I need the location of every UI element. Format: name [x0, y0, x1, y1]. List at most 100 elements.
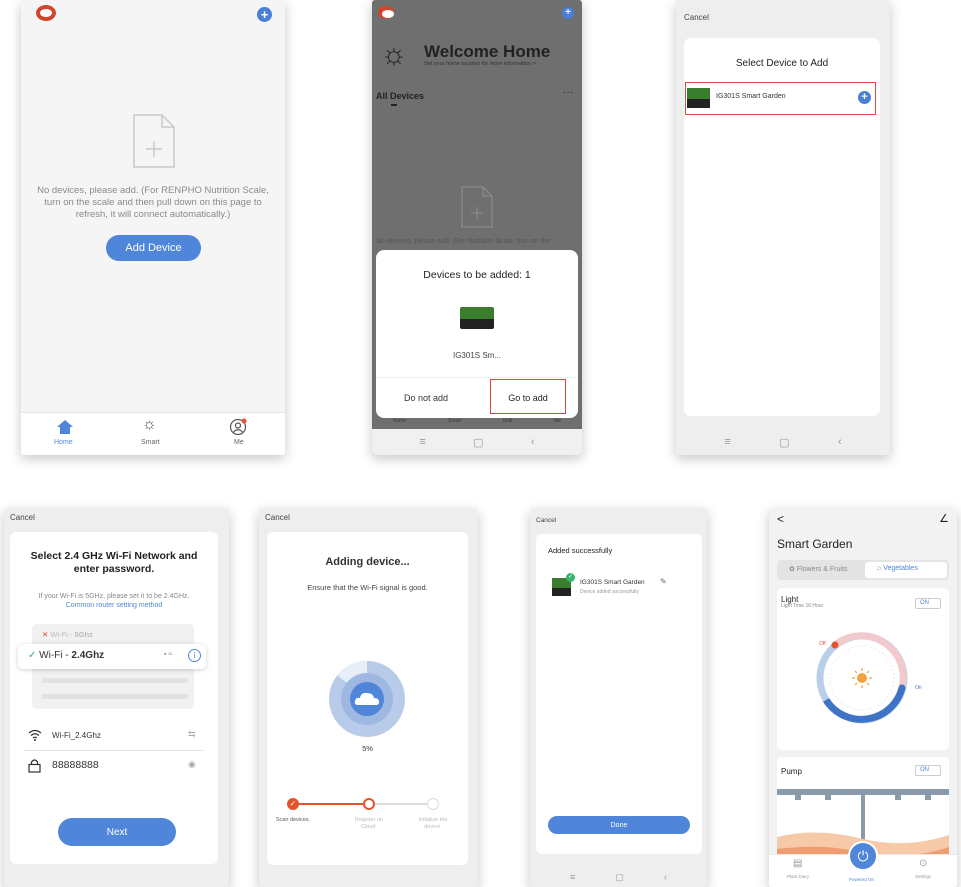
do-not-add-button[interactable]: Do not add: [376, 393, 476, 403]
tab-plant-diary[interactable]: Plant Diary: [787, 874, 809, 879]
segment-veg-label: ⌂ Vegetables: [877, 565, 918, 572]
light-timer-dial[interactable]: [812, 628, 912, 728]
tab-me: Me: [554, 418, 562, 424]
garden-device-image: [687, 88, 710, 108]
segment-flowers[interactable]: ✿ Flowers & Fruits: [789, 565, 847, 573]
x-icon: ✕: [42, 630, 49, 639]
screen-devices-found: + ☼ Welcome Home Set your home location …: [372, 0, 582, 455]
select-device-title: Select Device to Add: [735, 58, 829, 69]
cancel-link[interactable]: Cancel: [265, 513, 290, 522]
menu-icon[interactable]: ≡: [570, 872, 575, 882]
eye-icon[interactable]: ◉: [188, 759, 196, 770]
wifi-hint: If your Wi-Fi is 5GHz, please set it to …: [24, 592, 204, 610]
lock-icon: [28, 759, 41, 773]
edit-icon[interactable]: ✎: [660, 577, 667, 586]
device-label: IG301S Sm...: [452, 351, 502, 360]
wifi-icon: [28, 729, 42, 741]
go-to-add-button[interactable]: Go to add: [490, 393, 566, 403]
cancel-link[interactable]: Cancel: [536, 517, 556, 524]
wifi-5g-row: ✕ Wi-Fi - 5Ghz: [42, 630, 93, 639]
cancel-link[interactable]: Cancel: [10, 513, 35, 522]
wifi-5g-prefix: Wi-Fi -: [50, 630, 75, 639]
check-icon: ✓: [28, 650, 37, 661]
add-device-button[interactable]: Add Device: [106, 235, 201, 261]
plant-diary-icon[interactable]: ▤: [793, 858, 802, 869]
renpho-logo: [36, 5, 56, 21]
veg-icon: ⌂: [877, 565, 882, 572]
tab-me[interactable]: Me: [234, 439, 244, 446]
device-row[interactable]: IG301S Smart Garden +: [685, 82, 876, 115]
tab-powered-on: Powered On: [849, 877, 875, 882]
divider: [24, 750, 204, 751]
sun-icon: ☼: [380, 38, 408, 71]
password-field[interactable]: 88888888: [52, 759, 99, 771]
cancel-link[interactable]: Cancel: [684, 13, 709, 22]
progress-ring: [329, 660, 405, 737]
back-icon[interactable]: ‹: [531, 436, 535, 448]
off-label: Off: [819, 641, 826, 647]
power-button[interactable]: ⏻: [848, 841, 878, 871]
edit-icon[interactable]: ∠: [939, 512, 949, 525]
hint-text: If your Wi-Fi is 5GHz, please set it to …: [38, 593, 190, 600]
pump-title: Pump: [781, 767, 802, 776]
menu-icon[interactable]: ≡: [724, 436, 730, 448]
welcome-subtitle[interactable]: Set your home location for more informat…: [424, 61, 536, 67]
menu-icon[interactable]: ≡: [419, 436, 425, 448]
tab-smart[interactable]: Smart: [141, 439, 160, 446]
done-button[interactable]: Done: [548, 816, 690, 834]
screen-smart-garden: < ∠ Smart Garden ✿ Flowers & Fruits ⌂ Ve…: [769, 508, 957, 887]
success-check-icon: ✓: [566, 573, 575, 582]
sun-icon[interactable]: ☼: [142, 416, 157, 434]
back-icon[interactable]: ‹: [664, 872, 667, 882]
light-on-toggle[interactable]: ON: [915, 598, 941, 609]
more-icon[interactable]: ···: [563, 87, 573, 98]
add-file-icon: [461, 186, 493, 228]
profile-icon[interactable]: [229, 418, 247, 436]
segment-veg-text: Vegetables: [883, 565, 918, 572]
devices-sheet: Devices to be added: 1 IG301S Sm... Do n…: [376, 250, 578, 418]
add-plus-icon[interactable]: +: [562, 7, 574, 19]
home-square-icon[interactable]: ▢: [473, 436, 483, 449]
pump-on-toggle[interactable]: ON: [915, 765, 941, 776]
bottom-tab-bar: Home ☼ Smart Me: [21, 412, 285, 455]
light-on-text: ON: [920, 600, 929, 606]
back-icon[interactable]: ‹: [838, 436, 842, 448]
add-device-plus-icon[interactable]: +: [858, 91, 871, 104]
screen-select-device: Cancel Select Device to Add IG301S Smart…: [676, 0, 890, 455]
tab-underline: [391, 104, 397, 106]
renpho-logo: [378, 6, 394, 19]
sheet-title: Devices to be added: 1: [423, 269, 531, 281]
settings-icon[interactable]: ⊙: [919, 858, 927, 869]
success-title: Added successfully: [548, 546, 613, 555]
swap-icon[interactable]: ⇆: [188, 729, 196, 740]
placeholder-row: [42, 694, 188, 699]
on-label: On: [915, 685, 922, 691]
bottom-bar: ▤ Plant Diary ⏻ Powered On ⊙ Settings: [769, 841, 957, 887]
info-icon[interactable]: i: [188, 649, 201, 662]
home-square-icon[interactable]: ▢: [779, 436, 789, 449]
tab-home: Home: [392, 418, 407, 424]
add-plus-icon[interactable]: +: [257, 7, 272, 22]
screen-adding-device: Cancel Adding device... Ensure that the …: [259, 508, 478, 887]
tab-home[interactable]: Home: [54, 439, 73, 446]
ssid-value[interactable]: Wi-Fi_2.4Ghz: [52, 731, 101, 740]
home-square-icon[interactable]: ▢: [615, 872, 624, 883]
light-subtitle: Light Time 16 Hour: [781, 603, 824, 609]
step-3-label: Initialize the device.: [418, 817, 448, 830]
router-setting-link[interactable]: Common router setting method: [66, 602, 163, 609]
all-devices-title: All Devices: [376, 91, 425, 101]
step-3-dot: [427, 798, 439, 810]
home-icon[interactable]: [56, 419, 74, 435]
screen-added-success: Cancel Added successfully ✓ IG301S Smart…: [530, 508, 707, 887]
next-button[interactable]: Next: [58, 818, 176, 846]
sheet-divider: [376, 377, 578, 378]
segment-vegetables[interactable]: ⌂ Vegetables: [865, 562, 947, 578]
page-title: Smart Garden: [777, 537, 853, 551]
tab-settings[interactable]: Settings: [915, 874, 931, 879]
system-nav-bar: ≡ ▢ ‹: [530, 867, 707, 887]
welcome-title: Welcome Home: [424, 42, 551, 61]
back-button[interactable]: <: [777, 512, 784, 526]
placeholder-row: [42, 678, 188, 683]
add-file-icon[interactable]: [132, 113, 176, 169]
wifi-24-row[interactable]: ✓ Wi-Fi - 2.4Ghz ▪ ≈ i: [18, 644, 206, 669]
